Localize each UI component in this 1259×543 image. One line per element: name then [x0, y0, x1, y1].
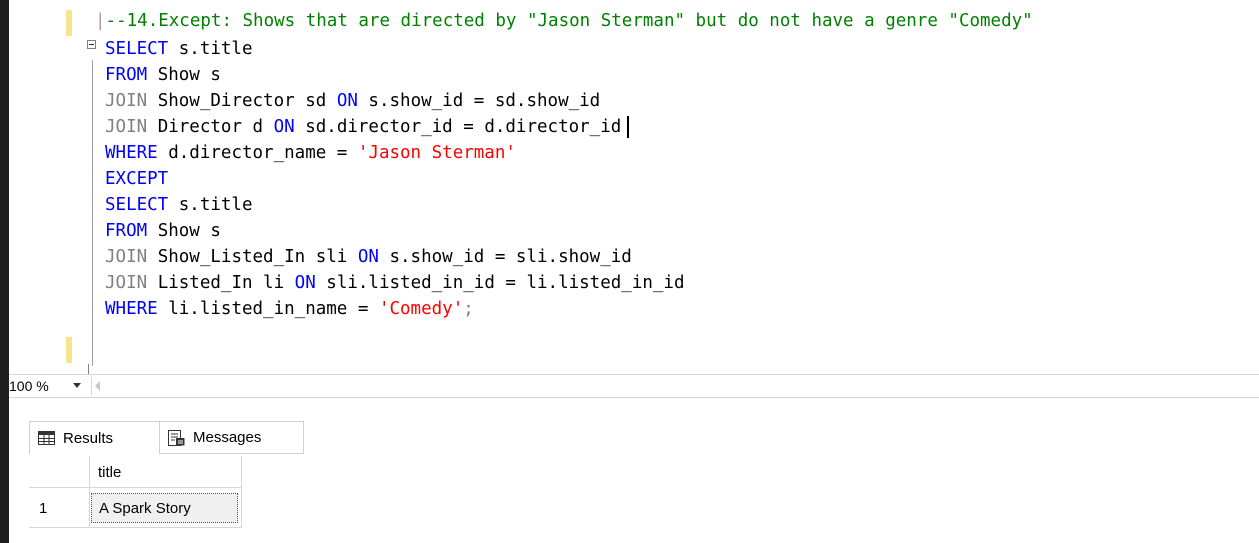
query-editor[interactable]: |--14.Except: Shows that are directed by… [9, 0, 1259, 374]
row-number[interactable]: 1 [29, 488, 90, 528]
messages-icon [168, 429, 185, 446]
code-line-active: JOIN Director d ON sd.director_id = d.di… [105, 114, 630, 140]
tab-results-label: Results [63, 429, 114, 447]
grid-icon [38, 431, 55, 445]
collapse-icon[interactable] [87, 40, 96, 49]
code-line: FROM Show s [105, 221, 221, 241]
change-marker [66, 10, 72, 36]
tab-messages-label: Messages [193, 429, 262, 446]
code-line-comment: |--14.Except: Shows that are directed by… [95, 11, 1033, 31]
code-line: WHERE d.director_name = 'Jason Sterman' [105, 143, 516, 163]
column-header-title[interactable]: title [90, 456, 242, 488]
outline-guide [92, 60, 93, 366]
code-line: FROM Show s [105, 65, 221, 85]
change-marker [66, 337, 72, 363]
code-line: JOIN Show_Listed_In sli ON s.show_id = s… [105, 247, 632, 267]
selected-cell[interactable]: A Spark Story [91, 493, 238, 523]
result-tabs: Results Messages [9, 398, 1259, 456]
code-line: SELECT s.title [105, 39, 253, 59]
row-header-corner[interactable] [29, 456, 90, 488]
tab-results[interactable]: Results [29, 421, 164, 454]
code-line: EXCEPT [105, 169, 169, 189]
left-window-edge [0, 0, 9, 543]
code-line: JOIN Show_Director sd ON s.show_id = sd.… [105, 91, 601, 111]
zoom-bar: 100 % [9, 374, 1259, 398]
chevron-down-icon[interactable] [73, 383, 81, 388]
scroll-left-arrow-icon[interactable] [95, 381, 100, 391]
code-line: WHERE li.listed_in_name = 'Comedy'; [105, 299, 474, 319]
table-cell[interactable]: A Spark Story [90, 488, 242, 528]
results-grid: title 1 A Spark Story [9, 456, 1259, 543]
text-caret [627, 116, 630, 138]
code-line: SELECT s.title [105, 195, 253, 215]
tab-messages[interactable]: Messages [159, 421, 304, 454]
divider [91, 377, 92, 395]
zoom-level[interactable]: 100 % [9, 378, 49, 394]
code-line: JOIN Listed_In li ON sli.listed_in_id = … [105, 273, 685, 293]
outline-tick [88, 364, 89, 374]
